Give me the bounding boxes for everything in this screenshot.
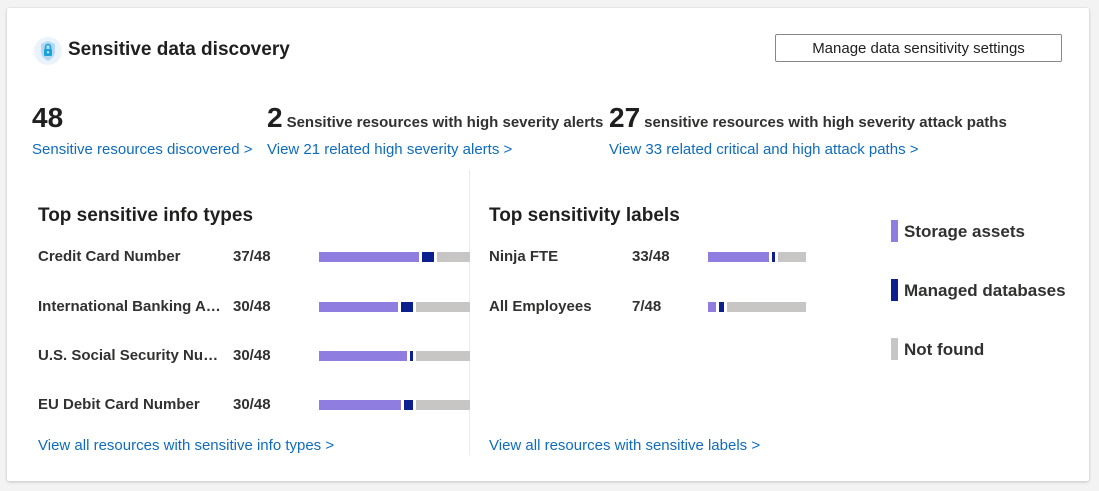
lock-shield-icon	[33, 36, 63, 66]
info-type-count: 30/48	[233, 298, 271, 315]
bar-segment-managed-databases	[403, 400, 413, 410]
legend-swatch	[891, 338, 898, 360]
metric-resources-discovered: 48	[32, 102, 63, 134]
info-type-bar	[319, 252, 470, 262]
info-type-count: 30/48	[233, 347, 271, 364]
sensitivity-label-count: 7/48	[632, 298, 662, 315]
bar-segment-storage-assets	[708, 302, 716, 312]
view-all-sensitivity-labels-link[interactable]: View all resources with sensitive labels…	[489, 437, 760, 454]
bar-segment-storage-assets	[319, 351, 407, 361]
bar-segment-managed-databases	[421, 252, 434, 262]
info-type-label: EU Debit Card Number	[38, 396, 200, 413]
bar-segment-not-found	[777, 252, 806, 262]
bar-segment-storage-assets	[319, 252, 419, 262]
sensitivity-label-bar	[708, 302, 806, 312]
bar-segment-managed-databases	[400, 302, 413, 312]
legend-swatch	[891, 279, 898, 301]
info-type-bar	[319, 351, 470, 361]
info-type-label: International Banking Account Number	[38, 298, 228, 315]
metric-description: sensitive resources with high severity a…	[644, 114, 1007, 131]
bar-segment-not-found	[415, 351, 470, 361]
metric-high-severity-alerts: 2 Sensitive resources with high severity …	[267, 102, 603, 134]
sensitivity-label-name: Ninja FTE	[489, 248, 559, 265]
sensitive-resources-discovered-link[interactable]: Sensitive resources discovered >	[32, 141, 253, 158]
view-related-attack-paths-link[interactable]: View 33 related critical and high attack…	[609, 141, 919, 158]
sensitivity-label-bar	[708, 252, 806, 262]
metric-value: 48	[32, 102, 64, 133]
info-type-bar	[319, 302, 470, 312]
info-type-row[interactable]: EU Debit Card Number 30/48	[38, 394, 470, 418]
bar-segment-storage-assets	[319, 302, 398, 312]
legend-swatch	[891, 220, 898, 242]
bar-segment-not-found	[415, 302, 470, 312]
info-type-label: U.S. Social Security Number	[38, 347, 228, 364]
bar-segment-storage-assets	[319, 400, 401, 410]
info-type-count: 37/48	[233, 248, 271, 265]
bar-segment-not-found	[727, 302, 806, 312]
view-related-alerts-link[interactable]: View 21 related high severity alerts >	[267, 141, 512, 158]
sensitivity-label-row[interactable]: All Employees 7/48	[489, 296, 809, 320]
sensitivity-label-name: All Employees	[489, 298, 592, 315]
info-type-count: 30/48	[233, 396, 271, 413]
info-type-bar	[319, 400, 470, 410]
metric-description: Sensitive resources with high severity a…	[286, 114, 604, 131]
info-type-row[interactable]: Credit Card Number 37/48	[38, 246, 470, 270]
legend-label: Storage assets	[904, 222, 1025, 241]
card-title: Sensitive data discovery	[68, 39, 290, 60]
legend-label: Not found	[904, 340, 985, 359]
bar-segment-not-found	[436, 252, 470, 262]
info-types-title: Top sensitive info types	[38, 205, 254, 226]
info-type-row[interactable]: U.S. Social Security Number 30/48	[38, 345, 470, 369]
sensitivity-labels-title: Top sensitivity labels	[489, 205, 680, 226]
legend-label: Managed databases	[904, 281, 1066, 300]
metric-value: 27	[609, 102, 641, 133]
manage-data-sensitivity-settings-button[interactable]: Manage data sensitivity settings	[775, 34, 1062, 62]
metric-value: 2	[267, 102, 283, 133]
bar-segment-storage-assets	[708, 252, 769, 262]
info-type-label: Credit Card Number	[38, 248, 181, 265]
metric-attack-paths: 27 sensitive resources with high severity…	[609, 102, 1007, 134]
sensitive-data-discovery-card: Sensitive data discovery Manage data sen…	[7, 8, 1089, 481]
sensitivity-label-count: 33/48	[632, 248, 670, 265]
bar-segment-not-found	[415, 400, 470, 410]
sensitivity-label-row[interactable]: Ninja FTE 33/48	[489, 246, 809, 270]
view-all-info-types-link[interactable]: View all resources with sensitive info t…	[38, 437, 334, 454]
info-type-row[interactable]: International Banking Account Number 30/…	[38, 296, 470, 320]
